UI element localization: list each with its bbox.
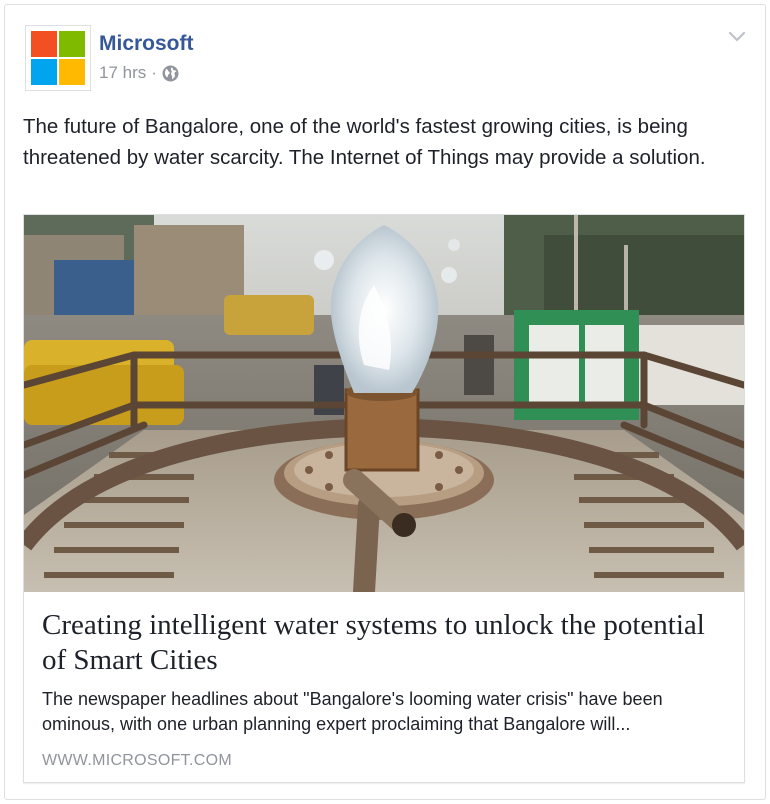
link-preview-description: The newspaper headlines about "Bangalore…: [42, 689, 663, 734]
globe-icon[interactable]: [162, 65, 179, 82]
meta-separator: ·: [151, 63, 157, 82]
link-preview-card[interactable]: Creating intelligent water systems to un…: [23, 214, 745, 783]
post-message: The future of Bangalore, one of the worl…: [23, 115, 706, 169]
logo-square-blue: [31, 59, 57, 85]
post-meta: 17 hrs ·: [99, 63, 179, 83]
link-preview-image[interactable]: [24, 215, 744, 592]
link-preview-title[interactable]: Creating intelligent water systems to un…: [42, 608, 732, 678]
logo-square-yellow: [59, 59, 85, 85]
feed-post: Microsoft 17 hrs · The future of Bangalo…: [4, 4, 766, 800]
logo-square-green: [59, 31, 85, 57]
logo-square-red: [31, 31, 57, 57]
post-timestamp[interactable]: 17 hrs: [99, 63, 146, 83]
page-avatar[interactable]: [25, 25, 91, 91]
chevron-down-icon[interactable]: [727, 29, 747, 45]
link-preview-domain: WWW.MICROSOFT.COM: [42, 752, 232, 769]
page-name-link[interactable]: Microsoft: [99, 31, 194, 57]
